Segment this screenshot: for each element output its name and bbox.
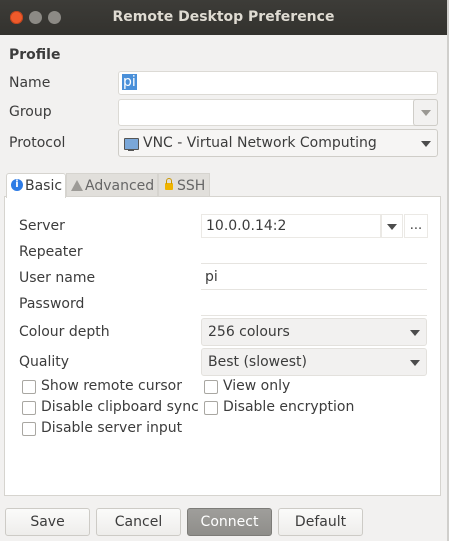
warning-icon [71,180,83,191]
name-value: pi [122,74,137,90]
repeater-input[interactable] [201,240,427,264]
name-label: Name [9,75,51,91]
protocol-value: VNC - Virtual Network Computing [143,135,377,151]
tab-ssh-label: SSH [177,178,206,194]
group-combo[interactable] [118,99,438,126]
lock-icon [165,183,173,190]
chevron-down-icon [421,141,431,147]
password-input[interactable] [201,292,427,316]
quality-value: Best (slowest) [208,354,307,370]
server-history-button[interactable] [381,214,403,238]
show-remote-cursor-checkbox[interactable] [22,380,36,394]
disable-clipboard-sync-label[interactable]: Disable clipboard sync [41,399,199,415]
group-label: Group [9,104,52,120]
save-button[interactable]: Save [5,508,90,536]
show-remote-cursor-label[interactable]: Show remote cursor [41,378,182,394]
title-bar[interactable]: Remote Desktop Preference [0,0,447,35]
repeater-label: Repeater [19,244,83,260]
chevron-down-icon [410,330,420,336]
window-title: Remote Desktop Preference [112,9,335,25]
disable-clipboard-sync-checkbox[interactable] [22,401,36,415]
tab-basic-label: Basic [25,178,63,194]
disable-encryption-label[interactable]: Disable encryption [223,399,354,415]
view-only-checkbox[interactable] [204,380,218,394]
chevron-down-icon [410,360,420,366]
server-browse-button[interactable]: ... [404,214,428,238]
disable-server-input-checkbox[interactable] [22,422,36,436]
username-value: pi [205,269,218,285]
info-icon: i [11,179,23,191]
colour-depth-combo[interactable]: 256 colours [201,318,427,346]
tab-basic[interactable]: i Basic [6,173,66,198]
profile-section-title: Profile [9,47,61,63]
tab-advanced[interactable]: Advanced [66,173,158,197]
monitor-stand-icon [128,149,134,151]
password-label: Password [19,296,85,312]
username-label: User name [19,270,96,286]
tab-ssh[interactable]: SSH [158,173,210,197]
preference-window: Remote Desktop Preference Profile Name p… [0,0,449,541]
chevron-down-icon [387,224,397,230]
chevron-down-icon [421,110,431,116]
quality-label: Quality [19,354,70,370]
server-value: 10.0.0.14:2 [206,218,287,234]
username-input[interactable]: pi [201,266,427,290]
group-dropdown-button[interactable] [413,99,438,126]
lock-shackle-icon [166,178,172,184]
colour-depth-value: 256 colours [208,324,290,340]
tab-advanced-label: Advanced [85,178,155,194]
view-only-label[interactable]: View only [223,378,290,394]
server-input[interactable]: 10.0.0.14:2 [201,214,381,238]
name-input[interactable]: pi [118,71,438,95]
default-button[interactable]: Default [278,508,363,536]
disable-encryption-checkbox[interactable] [204,401,218,415]
disable-server-input-label[interactable]: Disable server input [41,420,182,436]
connect-button[interactable]: Connect [187,508,272,536]
cancel-button[interactable]: Cancel [96,508,181,536]
protocol-label: Protocol [9,135,66,151]
server-label: Server [19,218,65,234]
colour-depth-label: Colour depth [19,324,110,340]
protocol-combo[interactable]: VNC - Virtual Network Computing [118,129,438,157]
quality-combo[interactable]: Best (slowest) [201,348,427,376]
